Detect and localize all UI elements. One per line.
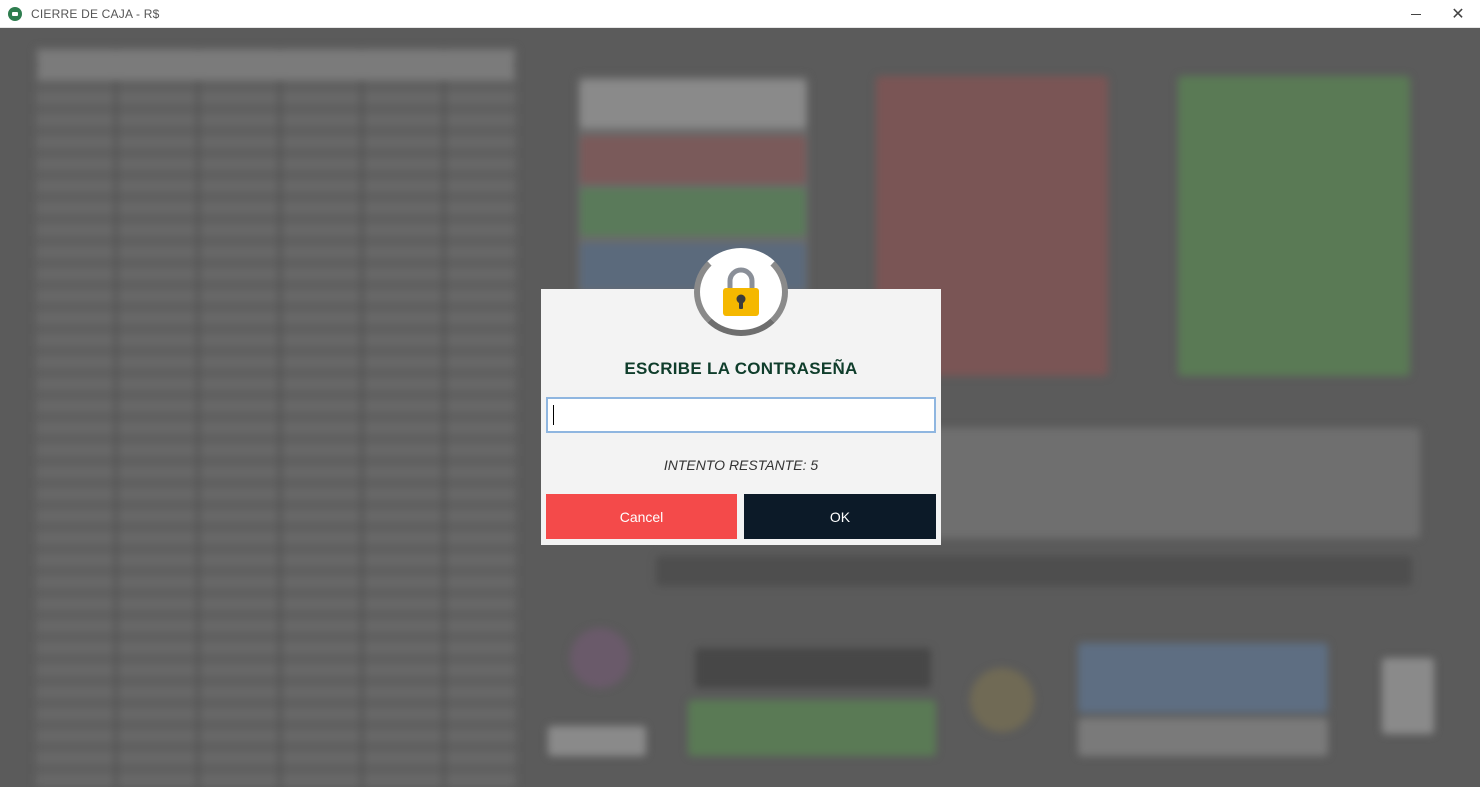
background-panel <box>580 136 806 184</box>
ok-button[interactable]: OK <box>744 494 936 539</box>
background-panel <box>688 700 936 756</box>
title-bar: CIERRE DE CAJA - R$ ✕ <box>0 0 1480 28</box>
background-panel <box>1382 658 1434 734</box>
cancel-button[interactable]: Cancel <box>546 494 737 539</box>
background-panel <box>695 648 931 688</box>
password-input[interactable] <box>546 397 936 433</box>
close-button[interactable]: ✕ <box>1436 0 1480 28</box>
app-icon <box>8 6 22 21</box>
background-panel <box>1078 718 1328 756</box>
background-panel <box>580 188 806 236</box>
background-panel <box>548 726 646 756</box>
text-caret <box>553 405 554 425</box>
background-table <box>36 48 516 787</box>
background-panel <box>1178 76 1410 376</box>
background-panel <box>656 556 1412 586</box>
background-panel <box>1078 643 1328 713</box>
minimize-button[interactable] <box>1394 0 1438 28</box>
attempts-remaining: INTENTO RESTANTE: 5 <box>663 457 819 473</box>
window-title: CIERRE DE CAJA - R$ <box>31 6 160 21</box>
lock-badge <box>694 248 788 336</box>
background-panel <box>580 80 806 128</box>
dialog-title: ESCRIBE LA CONTRASEÑA <box>624 359 858 378</box>
background-table-header <box>38 50 514 80</box>
lock-icon <box>723 267 759 316</box>
password-dialog: ESCRIBE LA CONTRASEÑA INTENTO RESTANTE: … <box>541 248 941 545</box>
background-panel <box>570 628 630 688</box>
background-panel <box>970 668 1034 732</box>
